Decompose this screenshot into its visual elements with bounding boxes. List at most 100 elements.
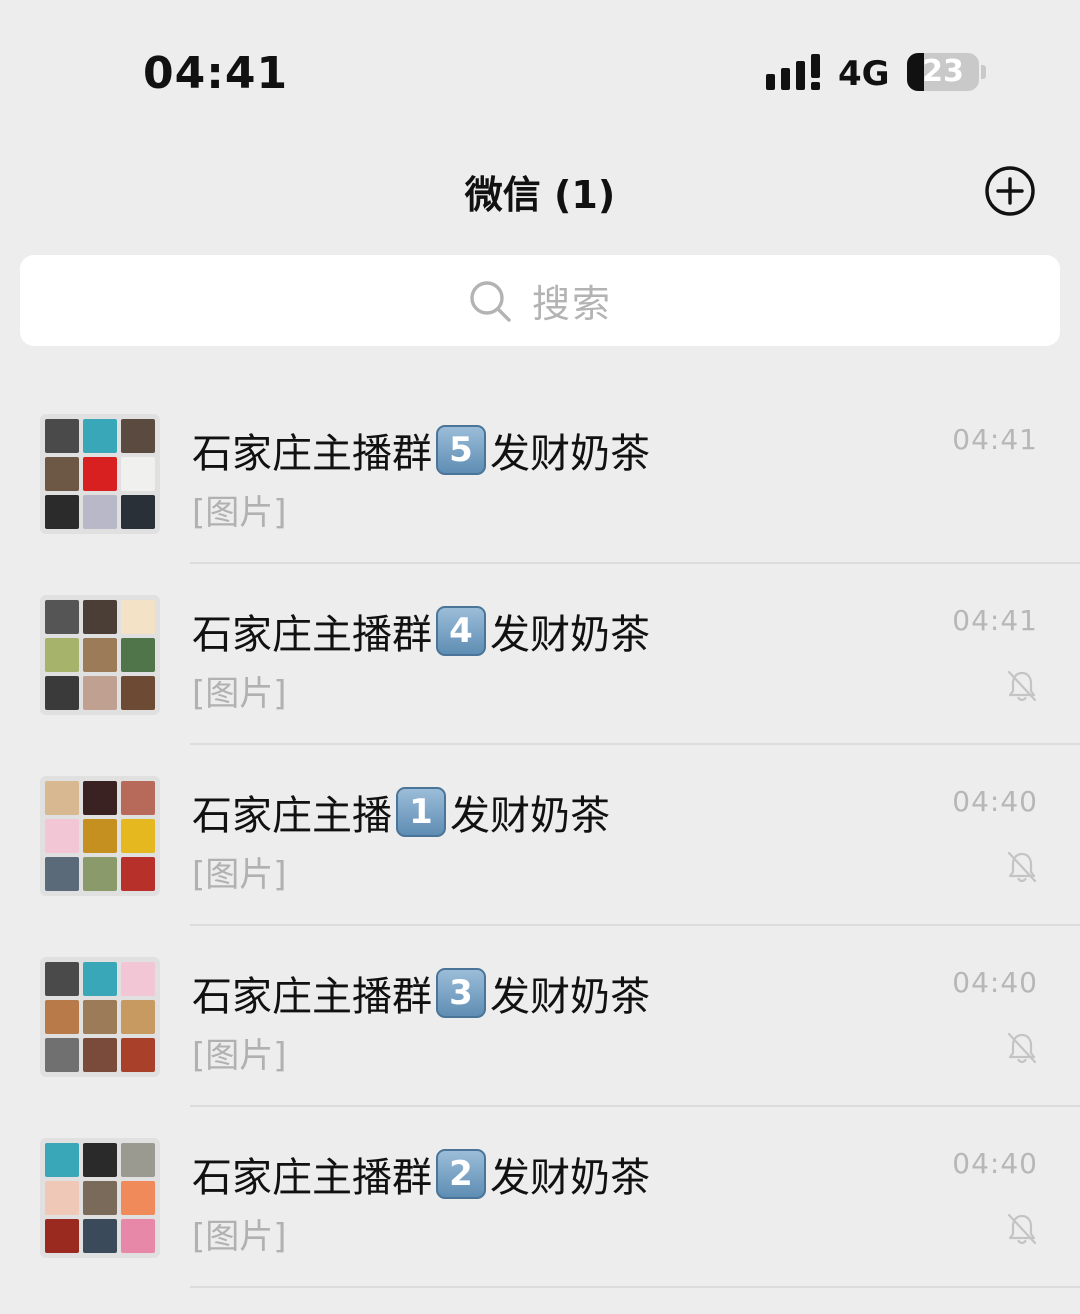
- number-keycap-badge: 2: [436, 1149, 486, 1199]
- page-title: 微信 (1): [464, 173, 616, 217]
- avatar-tile: [121, 1181, 155, 1215]
- avatar-tile: [121, 600, 155, 634]
- chat-name-suffix: 发财奶茶: [490, 974, 650, 1020]
- message-preview: [图片]: [192, 1217, 287, 1257]
- avatar-tile: [83, 1143, 117, 1177]
- chat-name-suffix: 发财奶茶: [490, 612, 650, 658]
- group-avatar: [40, 1138, 160, 1258]
- avatar-tile: [121, 1000, 155, 1034]
- chat-name-suffix: 发财奶茶: [490, 1155, 650, 1201]
- avatar-tile: [45, 600, 79, 634]
- avatar-tile: [121, 1038, 155, 1072]
- chat-name-prefix: 石家庄主播群: [192, 1155, 432, 1201]
- muted-bell-icon: [1007, 1213, 1037, 1245]
- avatar-tile: [121, 781, 155, 815]
- avatar-tile: [45, 638, 79, 672]
- group-avatar: [40, 957, 160, 1077]
- chat-name-prefix: 石家庄主播: [192, 793, 392, 839]
- battery-percentage: 23: [922, 54, 964, 89]
- number-keycap-badge: 4: [436, 606, 486, 656]
- chat-list-item[interactable]: 石家庄主播 1 发财奶茶 [图片] 04:40: [0, 745, 1080, 926]
- chat-name: 石家庄主播群 5 发财奶茶: [192, 421, 650, 479]
- plus-circle-icon[interactable]: [983, 164, 1037, 218]
- chat-name-prefix: 石家庄主播群: [192, 612, 432, 658]
- avatar-tile: [83, 419, 117, 453]
- avatar-tile: [45, 962, 79, 996]
- avatar-tile: [121, 819, 155, 853]
- group-avatar: [40, 414, 160, 534]
- avatar-tile: [45, 1000, 79, 1034]
- number-keycap-badge: 5: [436, 425, 486, 475]
- chat-name-suffix: 发财奶茶: [450, 793, 610, 839]
- muted-bell-icon: [1007, 851, 1037, 883]
- search-input[interactable]: 搜索: [20, 255, 1060, 346]
- chat-name: 石家庄主播 1 发财奶茶: [192, 783, 610, 841]
- chat-list-item[interactable]: 石家庄主播群 5 发财奶茶 [图片] 04:41: [0, 383, 1080, 564]
- divider: [190, 1286, 1080, 1288]
- avatar-tile: [83, 1219, 117, 1253]
- avatar-tile: [83, 819, 117, 853]
- avatar-tile: [121, 457, 155, 491]
- chat-list-item[interactable]: 石家庄主播群 4 发财奶茶 [图片] 04:41: [0, 564, 1080, 745]
- message-preview: [图片]: [192, 674, 287, 714]
- battery-tip: [981, 65, 986, 79]
- avatar-tile: [121, 495, 155, 529]
- avatar-tile: [45, 495, 79, 529]
- avatar-tile: [83, 457, 117, 491]
- chat-name-prefix: 石家庄主播群: [192, 974, 432, 1020]
- message-time: 04:40: [952, 1147, 1038, 1180]
- avatar-tile: [83, 962, 117, 996]
- chat-list-item[interactable]: 石家庄主播群 2 发财奶茶 [图片] 04:40: [0, 1107, 1080, 1288]
- avatar-tile: [121, 1219, 155, 1253]
- avatar-tile: [83, 781, 117, 815]
- number-keycap-badge: 3: [436, 968, 486, 1018]
- network-type: 4G: [838, 54, 890, 94]
- avatar-tile: [83, 638, 117, 672]
- avatar-tile: [121, 1143, 155, 1177]
- muted-bell-icon: [1007, 670, 1037, 702]
- search-placeholder: 搜索: [531, 282, 612, 326]
- message-preview: [图片]: [192, 855, 287, 895]
- cellular-signal-icon: [766, 54, 820, 90]
- avatar-tile: [45, 419, 79, 453]
- avatar-tile: [45, 857, 79, 891]
- avatar-tile: [83, 857, 117, 891]
- chat-name-prefix: 石家庄主播群: [192, 431, 432, 477]
- avatar-tile: [45, 676, 79, 710]
- group-avatar: [40, 595, 160, 715]
- avatar-tile: [83, 1181, 117, 1215]
- avatar-tile: [45, 1143, 79, 1177]
- avatar-tile: [45, 819, 79, 853]
- avatar-tile: [45, 1038, 79, 1072]
- avatar-tile: [83, 1000, 117, 1034]
- battery-icon: 23: [907, 53, 979, 91]
- search-icon: [470, 280, 511, 322]
- avatar-tile: [83, 676, 117, 710]
- message-time: 04:41: [952, 423, 1038, 456]
- muted-bell-icon: [1007, 1032, 1037, 1064]
- avatar-tile: [83, 495, 117, 529]
- message-time: 04:40: [952, 966, 1038, 999]
- message-preview: [图片]: [192, 1036, 287, 1076]
- chat-name-suffix: 发财奶茶: [490, 431, 650, 477]
- chat-list: 石家庄主播群 5 发财奶茶 [图片] 04:41 石家庄主播群 4 发财奶茶 […: [0, 383, 1080, 1288]
- avatar-tile: [45, 781, 79, 815]
- avatar-tile: [121, 676, 155, 710]
- number-keycap-badge: 1: [396, 787, 446, 837]
- avatar-tile: [45, 1181, 79, 1215]
- message-time: 04:41: [952, 604, 1038, 637]
- group-avatar: [40, 776, 160, 896]
- avatar-tile: [83, 1038, 117, 1072]
- avatar-tile: [121, 857, 155, 891]
- chat-name: 石家庄主播群 3 发财奶茶: [192, 964, 650, 1022]
- avatar-tile: [121, 419, 155, 453]
- chat-list-item[interactable]: 石家庄主播群 3 发财奶茶 [图片] 04:40: [0, 926, 1080, 1107]
- status-time: 04:41: [143, 48, 289, 99]
- chat-name: 石家庄主播群 4 发财奶茶: [192, 602, 650, 660]
- avatar-tile: [45, 1219, 79, 1253]
- chat-name: 石家庄主播群 2 发财奶茶: [192, 1145, 650, 1203]
- avatar-tile: [83, 600, 117, 634]
- avatar-tile: [121, 962, 155, 996]
- message-preview: [图片]: [192, 493, 287, 533]
- avatar-tile: [45, 457, 79, 491]
